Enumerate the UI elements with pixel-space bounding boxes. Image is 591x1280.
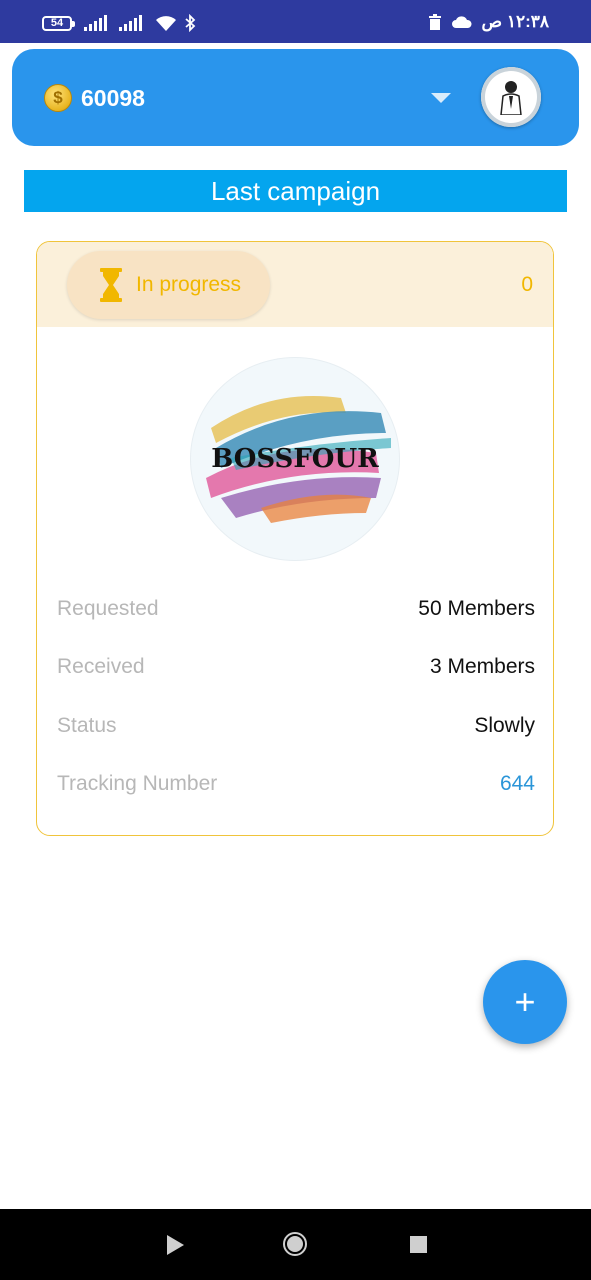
home-icon[interactable] (283, 1232, 307, 1256)
plus-icon: + (514, 981, 536, 1022)
detail-row-status: Status Slowly (57, 714, 535, 744)
user-avatar[interactable] (481, 67, 541, 127)
logo-text: BOSSFOUR (211, 444, 379, 474)
detail-row-requested: Requested 50 Members (57, 597, 535, 627)
status-pill-label: In progress (136, 273, 242, 296)
detail-value: 50 Members (418, 597, 535, 620)
tracking-number-link[interactable]: 644 (500, 772, 535, 796)
bluetooth-icon (185, 14, 196, 32)
status-time: ١٢:٣٨ ص (481, 12, 549, 31)
hourglass-icon (100, 268, 122, 302)
person-icon (500, 81, 522, 115)
battery-icon: 54 (42, 15, 75, 31)
back-icon[interactable] (167, 1235, 184, 1255)
campaign-status-bar: In progress 0 (37, 242, 553, 327)
wifi-icon (156, 16, 176, 31)
battery-level: 54 (50, 17, 64, 29)
campaign-card[interactable]: In progress 0 BOSSFOUR Requested 50 Memb… (36, 241, 554, 836)
status-pill: In progress (67, 251, 270, 319)
coin-dollar-icon: $ (44, 84, 72, 112)
caret-down-icon[interactable] (431, 93, 451, 103)
detail-label: Requested (57, 597, 159, 620)
detail-row-tracking-number: Tracking Number 644 (57, 772, 535, 802)
detail-value: 3 Members (429, 655, 535, 678)
campaign-logo: BOSSFOUR (191, 358, 399, 560)
add-campaign-button[interactable]: + (483, 960, 567, 1044)
signal-icon (119, 15, 142, 31)
status-bar: 54 ١٢:٣٨ ص (0, 0, 591, 43)
status-left-group: 54 (42, 14, 196, 32)
campaign-count: 0 (521, 273, 533, 296)
status-right-group: ١٢:٣٨ ص (428, 12, 549, 32)
detail-label: Status (57, 714, 117, 737)
navigation-bar (0, 1209, 591, 1280)
recent-apps-icon[interactable] (410, 1236, 427, 1253)
cloud-icon (451, 16, 472, 28)
detail-value: Slowly (474, 714, 535, 737)
coin-balance: 60098 (81, 85, 145, 111)
detail-label: Tracking Number (57, 772, 218, 795)
section-title: Last campaign (24, 170, 567, 212)
detail-row-received: Received 3 Members (57, 655, 535, 685)
signal-icon (84, 15, 107, 31)
account-header: $ 60098 (12, 49, 579, 146)
detail-label: Received (57, 655, 145, 678)
trash-icon (428, 14, 441, 30)
